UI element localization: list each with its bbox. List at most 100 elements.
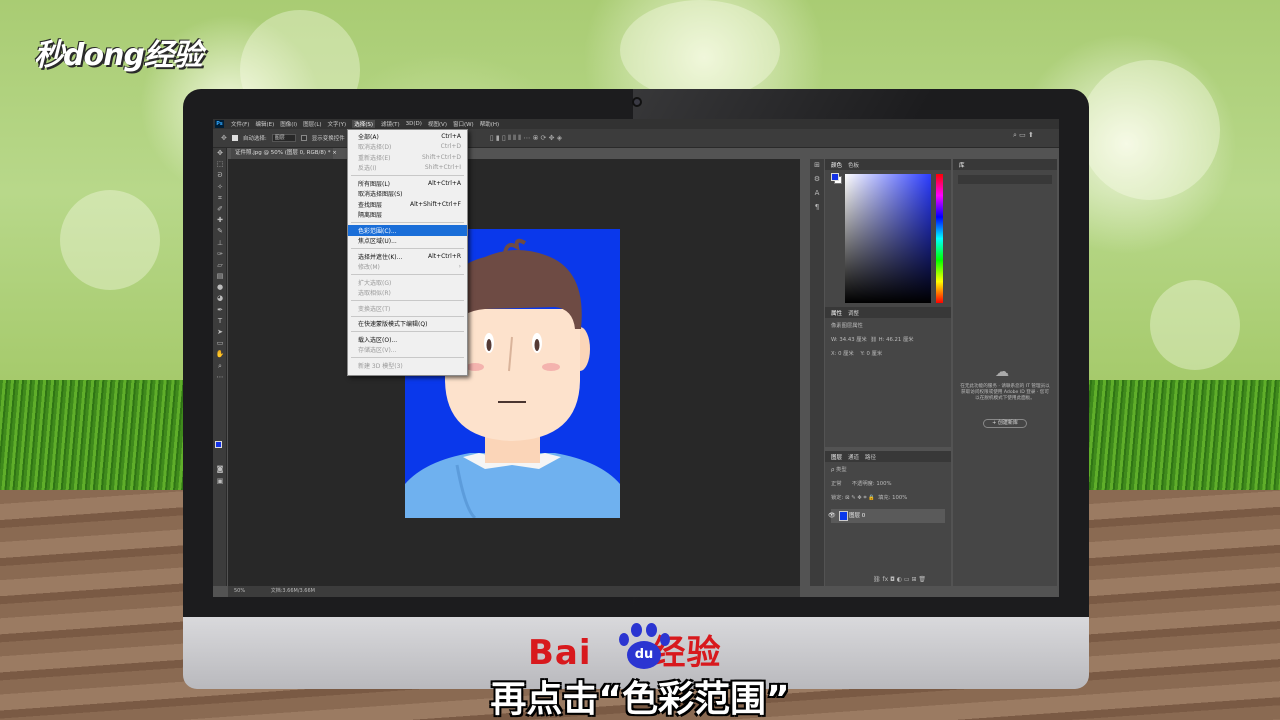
menu-separator <box>351 357 464 358</box>
move-tool-icon[interactable]: ✥ <box>213 148 227 159</box>
align-icons[interactable]: ▯ ▮ ▯ ⫴ ⫴ ⫴ ⋯ ⦿ ⟳ ✥ ◈ <box>490 134 562 143</box>
lasso-tool-icon[interactable]: ᘐ <box>213 170 227 181</box>
menu-separator <box>351 248 464 249</box>
hue-slider[interactable] <box>936 174 943 303</box>
brush-tool-icon[interactable]: ✎ <box>213 226 227 237</box>
adjust-icon[interactable]: ⚙ <box>810 175 824 183</box>
color-picker-field[interactable] <box>845 174 931 303</box>
menu-item-label: 反选(I) <box>358 165 377 173</box>
library-dropdown[interactable] <box>958 175 1052 184</box>
status-bar: 50% 文档:3.66M/3.66M <box>228 586 800 597</box>
healing-brush-tool-icon[interactable]: ✚ <box>213 215 227 226</box>
menu-type[interactable]: 文字(Y) <box>328 120 347 128</box>
dodge-tool-icon[interactable]: ◕ <box>213 293 227 304</box>
tab-paths[interactable]: 路径 <box>865 453 876 461</box>
blur-tool-icon[interactable]: ● <box>213 282 227 293</box>
zoom-level[interactable]: 50% <box>234 588 245 594</box>
canvas-area[interactable] <box>228 159 800 586</box>
opacity-field[interactable]: 100% <box>876 481 891 487</box>
path-selection-tool-icon[interactable]: ➤ <box>213 327 227 338</box>
menu-separator <box>351 300 464 301</box>
blend-mode-dropdown[interactable]: 正常 <box>831 481 842 487</box>
magic-wand-tool-icon[interactable]: ✧ <box>213 182 227 193</box>
tab-libraries[interactable]: 库 <box>959 161 965 169</box>
history-brush-tool-icon[interactable]: ✑ <box>213 249 227 260</box>
lock-label: 锁定: <box>831 495 844 501</box>
paragraph-icon[interactable]: ¶ <box>810 203 824 211</box>
menu-3d[interactable]: 3D(D) <box>406 121 422 127</box>
select-menu-item[interactable]: 在快速蒙版模式下编辑(Q) <box>348 319 467 330</box>
color-panel: 颜色 色板 <box>825 159 951 307</box>
x-field[interactable]: X: 0 厘米 <box>831 351 854 357</box>
layer-filter-dropdown[interactable]: ρ 类型 <box>831 467 847 473</box>
menu-layer[interactable]: 图层(L) <box>303 120 321 128</box>
lock-icons[interactable]: ⊠ ✎ ✥ ⌗ 🔒 <box>845 495 875 501</box>
tab-adjustments[interactable]: 调整 <box>848 309 859 317</box>
visibility-eye-icon[interactable]: 👁 <box>828 509 836 523</box>
show-transform-checkbox[interactable] <box>300 135 307 141</box>
auto-select-checkbox[interactable] <box>231 135 238 141</box>
select-menu-item[interactable]: 所有图层(L) Alt+Ctrl+A <box>348 178 467 189</box>
select-menu-item[interactable]: 选择并遮住(K)... Alt+Ctrl+R <box>348 251 467 262</box>
menu-separator <box>351 274 464 275</box>
tab-properties[interactable]: 属性 <box>831 309 842 317</box>
monitor: Ps 文件(F) 编辑(E) 图像(I) 图层(L) 文字(Y) 选择(S) 滤… <box>183 89 1089 689</box>
tab-channels[interactable]: 通道 <box>848 453 859 461</box>
layer-row[interactable]: 👁 图层 0 <box>828 509 945 523</box>
tab-layers[interactable]: 图层 <box>831 453 842 461</box>
panel-foreground-swatch[interactable] <box>831 173 839 181</box>
zoom-tool-icon[interactable]: ⌕ <box>213 361 227 372</box>
select-menu-item[interactable]: 全部(A) Ctrl+A <box>348 131 467 142</box>
eraser-tool-icon[interactable]: ▱ <box>213 260 227 271</box>
select-menu-item[interactable]: 隔离图层 <box>348 210 467 221</box>
fill-field[interactable]: 100% <box>892 495 907 501</box>
menu-item-label: 存储选区(V)... <box>358 347 397 355</box>
menu-help[interactable]: 帮助(H) <box>480 120 499 128</box>
link-icon[interactable]: ⛓ <box>870 337 877 343</box>
history-icon[interactable]: ⊞ <box>810 161 824 169</box>
width-field[interactable]: W: 34.43 厘米 <box>831 337 867 343</box>
height-field[interactable]: H: 46.21 厘米 <box>879 337 914 343</box>
close-tab-icon[interactable]: × <box>332 150 337 156</box>
select-menu-item[interactable]: 载入选区(O)... <box>348 334 467 345</box>
select-menu-item[interactable]: 取消选择图层(S) <box>348 189 467 200</box>
marquee-tool-icon[interactable]: ⬚ <box>213 159 227 170</box>
workspace-icons[interactable]: ⌕ ▭ ⬆ <box>1013 131 1034 140</box>
menu-select[interactable]: 选择(S) <box>352 120 375 128</box>
select-menu-item[interactable]: 查找图层 Alt+Shift+Ctrl+F <box>348 199 467 210</box>
y-field[interactable]: Y: 0 厘米 <box>861 351 883 357</box>
menu-item-label: 载入选区(O)... <box>358 336 398 344</box>
menu-filter[interactable]: 滤镜(T) <box>381 120 400 128</box>
menu-edit[interactable]: 编辑(E) <box>255 120 274 128</box>
eyedropper-tool-icon[interactable]: ✐ <box>213 204 227 215</box>
hand-tool-icon[interactable]: ✋ <box>213 349 227 360</box>
quick-mask-icon[interactable]: ◙ <box>213 464 227 475</box>
select-menu-item[interactable]: 色彩范围(C)... <box>348 225 467 236</box>
more-tools-icon[interactable]: ⋯ <box>213 372 227 383</box>
show-transform-label: 显示变换控件 <box>311 136 345 142</box>
menu-file[interactable]: 文件(F) <box>231 120 249 128</box>
tab-color[interactable]: 颜色 <box>831 161 842 169</box>
stamp-tool-icon[interactable]: ⊥ <box>213 238 227 249</box>
menu-item-label: 选取相似(R) <box>358 290 391 298</box>
menu-separator <box>351 315 464 317</box>
menu-image[interactable]: 图像(I) <box>280 120 297 128</box>
info-icon[interactable]: A <box>810 189 824 197</box>
select-menu-item[interactable]: 焦点区域(U)... <box>348 236 467 247</box>
document-tab[interactable]: 证件照.jpg @ 50% (图层 0, RGB/8) * × <box>231 148 337 159</box>
pen-tool-icon[interactable]: ✒ <box>213 305 227 316</box>
menu-separator <box>351 175 464 176</box>
menu-view[interactable]: 视图(V) <box>428 120 447 128</box>
menu-window[interactable]: 窗口(W) <box>453 120 474 128</box>
shape-tool-icon[interactable]: ▭ <box>213 338 227 349</box>
auto-select-dropdown[interactable]: 图层 <box>271 134 296 142</box>
select-menu-item: 变换选区(T) <box>348 303 467 314</box>
create-library-button[interactable]: + 创建新库 <box>983 419 1027 428</box>
gradient-tool-icon[interactable]: ▤ <box>213 271 227 282</box>
crop-tool-icon[interactable]: ⌗ <box>213 193 227 204</box>
type-tool-icon[interactable]: T <box>213 316 227 327</box>
tab-swatches[interactable]: 色板 <box>848 161 859 169</box>
screen-mode-icon[interactable]: ▣ <box>213 476 227 487</box>
foreground-color-swatch[interactable] <box>215 441 222 448</box>
layer-actions-icons[interactable]: ⛓ fx ◘ ◐ ▭ ⊞ 🗑 <box>873 576 926 583</box>
